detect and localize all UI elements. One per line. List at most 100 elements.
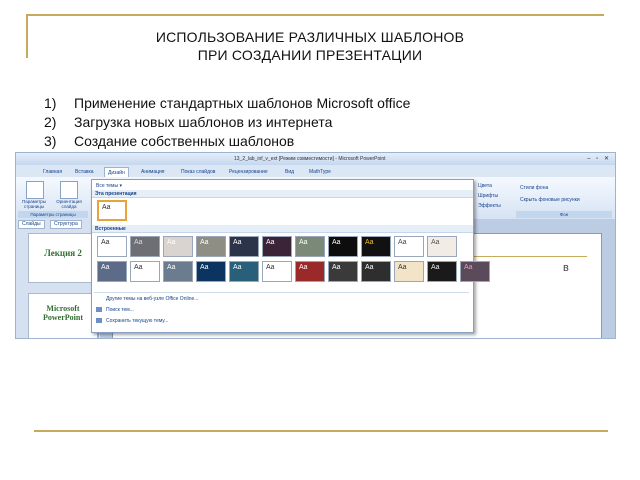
theme-tile[interactable]: Aa — [427, 236, 457, 257]
theme-tile[interactable]: Aa — [460, 261, 490, 282]
tab-animation[interactable]: Анимация — [138, 167, 167, 177]
tab-mathtype[interactable]: MathType — [306, 167, 334, 177]
list-number: 2) — [44, 114, 57, 130]
more-themes-online-link[interactable]: Другие темы на веб-узле Office Online... — [106, 296, 198, 302]
theme-colors — [102, 213, 122, 216]
theme-sample-text: Aa — [102, 204, 111, 211]
theme-colors — [233, 275, 253, 278]
theme-sample-text: Aa — [167, 264, 176, 271]
window-title: 13_2_lab_inf_v_ext [Режим совместимости]… — [234, 156, 386, 162]
theme-tile[interactable]: Aa — [163, 261, 193, 282]
theme-tile[interactable]: Aa — [394, 261, 424, 282]
orientation-button[interactable]: Ориентация слайда — [52, 199, 86, 209]
theme-sample-text: Aa — [134, 264, 143, 271]
theme-sample-text: Aa — [167, 239, 176, 246]
background-styles-button[interactable]: Стили фона — [520, 185, 548, 191]
tab-insert[interactable]: Вставка — [72, 167, 97, 177]
group-background-label: Фон — [516, 211, 612, 218]
theme-tile[interactable]: Aa — [328, 236, 358, 257]
page-setup-icon[interactable] — [26, 181, 44, 199]
hide-background-checkbox[interactable]: Скрыть фоновые рисунки — [520, 197, 580, 203]
theme-sample-text: Aa — [101, 264, 110, 271]
theme-sample-text: Aa — [299, 239, 308, 246]
tab-review[interactable]: Рецензирование — [226, 167, 271, 177]
page-setup-button[interactable]: Параметры страницы — [18, 199, 50, 209]
section-this-presentation: Эта презентация — [92, 190, 473, 198]
theme-colors — [101, 275, 121, 278]
slide-title: ИСПОЛЬЗОВАНИЕ РАЗЛИЧНЫХ ШАБЛОНОВ ПРИ СОЗ… — [100, 28, 520, 64]
theme-tile[interactable]: Aa — [196, 261, 226, 282]
theme-sample-text: Aa — [431, 239, 440, 246]
list-item: 3) Создание собственных шаблонов — [44, 132, 410, 151]
theme-colors — [266, 250, 286, 253]
theme-tile[interactable]: Aa — [229, 261, 259, 282]
theme-tile[interactable]: Aa — [229, 236, 259, 257]
tab-home[interactable]: Главная — [40, 167, 65, 177]
theme-sample-text: Aa — [299, 264, 308, 271]
theme-current[interactable]: Aa — [97, 200, 127, 221]
theme-colors — [101, 250, 121, 253]
theme-colors — [299, 250, 319, 253]
themes-gallery-dropdown[interactable]: Все темы ▾ Эта презентация Aa Встроенные… — [91, 179, 490, 333]
theme-tile[interactable]: Aa — [328, 261, 358, 282]
theme-tile[interactable]: Aa — [97, 261, 127, 282]
theme-sample-text: Aa — [200, 239, 209, 246]
theme-sample-text: Aa — [233, 239, 242, 246]
theme-tile[interactable]: Aa — [262, 261, 292, 282]
theme-tile[interactable]: Aa — [394, 236, 424, 257]
theme-sample-text: Aa — [134, 239, 143, 246]
section-builtin: Встроенные — [92, 225, 473, 233]
theme-tile[interactable]: Aa — [427, 261, 457, 282]
theme-tile[interactable]: Aa — [295, 236, 325, 257]
theme-sample-text: Aa — [431, 264, 440, 271]
theme-tile[interactable]: Aa — [130, 261, 160, 282]
effects-button[interactable]: Эффекты — [478, 203, 501, 209]
tab-slideshow[interactable]: Показ слайдов — [178, 167, 218, 177]
thumbnail-line-2: PowerPoint — [43, 313, 83, 322]
theme-sample-text: Aa — [200, 264, 209, 271]
slide-thumbnail-2[interactable]: Microsoft PowerPoint — [28, 293, 98, 338]
orientation-icon[interactable] — [60, 181, 78, 199]
tab-outline[interactable]: Структура — [50, 220, 82, 229]
all-themes-menu[interactable]: Все темы ▾ — [96, 182, 122, 190]
list-item: 2) Загрузка новых шаблонов из интернета — [44, 113, 410, 132]
theme-tile[interactable]: Aa — [361, 261, 391, 282]
list-item: 1) Применение стандартных шаблонов Micros… — [44, 94, 410, 113]
tab-slides[interactable]: Слайды — [18, 220, 45, 229]
theme-colors — [233, 250, 253, 253]
theme-tile[interactable]: Aa — [130, 236, 160, 257]
bottom-divider-line — [34, 430, 608, 432]
tab-design[interactable]: Дизайн — [104, 167, 129, 177]
window-controls-icon[interactable]: – ▫ ✕ — [587, 155, 611, 163]
ribbon-tabs: Главная Вставка Дизайн Анимация Показ сл… — [16, 165, 615, 177]
search-themes-link[interactable]: Поиск тем... — [106, 307, 134, 313]
thumbnail-title: Лекция 2 — [44, 248, 82, 258]
fonts-button[interactable]: Шрифты — [478, 193, 498, 199]
theme-tile[interactable]: Aa — [361, 236, 391, 257]
theme-tile[interactable]: Aa — [196, 236, 226, 257]
theme-tile[interactable]: Aa — [262, 236, 292, 257]
list-text: Создание собственных шаблонов — [74, 133, 295, 149]
theme-colors — [464, 275, 484, 278]
theme-sample-text: Aa — [332, 239, 341, 246]
top-divider-line — [26, 14, 604, 16]
theme-sample-text: Aa — [398, 264, 407, 271]
theme-colors — [167, 250, 187, 253]
theme-sample-text: Aa — [266, 239, 275, 246]
tab-view[interactable]: Вид — [282, 167, 297, 177]
theme-colors — [167, 275, 187, 278]
theme-tile[interactable]: Aa — [295, 261, 325, 282]
colors-button[interactable]: Цвета — [478, 183, 492, 189]
theme-colors — [200, 275, 220, 278]
theme-sample-text: Aa — [398, 239, 407, 246]
theme-colors — [200, 250, 220, 253]
save-theme-link[interactable]: Сохранить текущую тему... — [106, 318, 168, 324]
theme-tile[interactable]: Aa — [163, 236, 193, 257]
save-theme-icon — [96, 318, 102, 323]
theme-colors — [365, 250, 385, 253]
slide-thumbnail-1[interactable]: Лекция 2 — [28, 233, 98, 283]
gallery-separator — [94, 292, 469, 293]
theme-tile[interactable]: Aa — [97, 236, 127, 257]
theme-sample-text: Aa — [332, 264, 341, 271]
group-page-setup-label: Параметры страницы — [18, 211, 88, 218]
